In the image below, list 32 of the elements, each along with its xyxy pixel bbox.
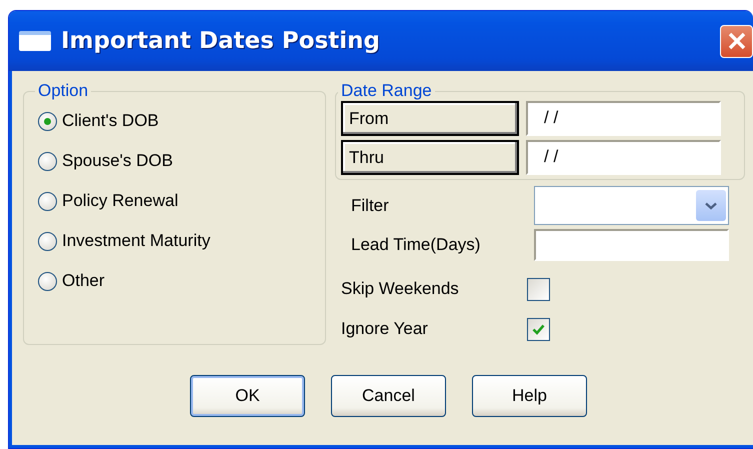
filter-dropdown[interactable] [534, 186, 729, 225]
checkbox-label: Skip Weekends [341, 279, 460, 299]
window-icon [19, 31, 51, 51]
date-button[interactable]: From [341, 101, 519, 136]
close-button[interactable] [720, 24, 753, 58]
date-field[interactable]: / / [526, 140, 721, 175]
checkbox[interactable] [527, 278, 550, 300]
date-field[interactable]: / / [526, 101, 721, 136]
radio-label: Client's DOB [62, 111, 159, 131]
dialog-button[interactable]: OK [190, 375, 305, 417]
checkmark-icon [532, 324, 545, 334]
close-icon [726, 31, 746, 51]
radio-button[interactable] [38, 192, 57, 210]
window-title: Important Dates Posting [61, 28, 381, 54]
radio-button[interactable] [38, 152, 57, 170]
dialog-button[interactable]: Cancel [331, 375, 446, 417]
radio-label: Other [62, 271, 105, 291]
filter-label: Filter [350, 196, 390, 216]
radio-button[interactable] [38, 112, 57, 130]
date-button[interactable]: Thru [341, 140, 519, 175]
group-title: Date Range [340, 81, 433, 101]
checkbox-label: Ignore Year [341, 319, 429, 339]
lead-time-label: Lead Time(Days) [350, 235, 482, 255]
group-title: Option [37, 81, 90, 101]
dialog-button[interactable]: Help [472, 375, 587, 417]
checkbox[interactable] [527, 318, 550, 340]
radio-label: Spouse's DOB [62, 151, 173, 171]
radio-button[interactable] [38, 272, 57, 290]
lead-time-field[interactable] [534, 229, 729, 261]
radio-label: Investment Maturity [62, 231, 210, 251]
radio-label: Policy Renewal [62, 191, 178, 211]
radio-button[interactable] [38, 232, 57, 250]
